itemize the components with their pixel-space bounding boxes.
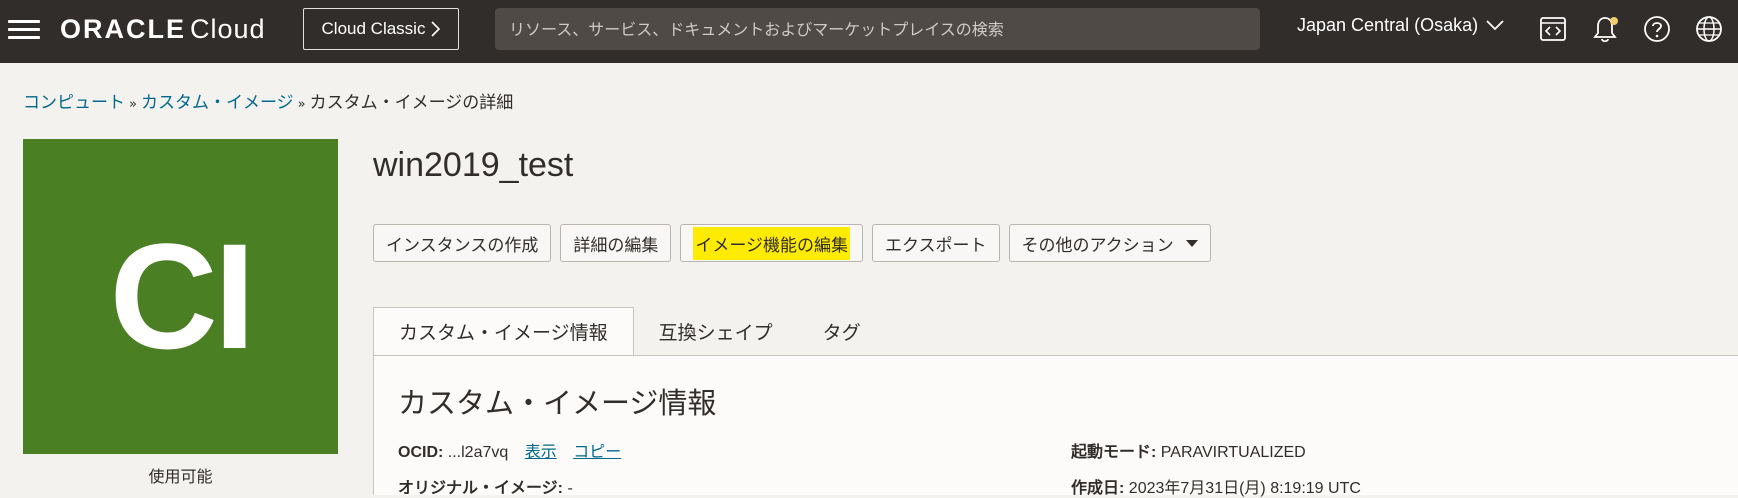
more-actions-button[interactable]: その他のアクション (1008, 224, 1211, 262)
breadcrumb-custom-images[interactable]: カスタム・イメージ (141, 93, 294, 113)
launch-mode-label: 起動モード: (1071, 444, 1157, 461)
action-bar: インスタンスの作成 詳細の編集 イメージ機能の編集 エクスポート その他のアクシ… (373, 224, 1211, 262)
copy-ocid-link[interactable]: コピー (573, 442, 621, 461)
original-image-field: オリジナル・イメージ: - (398, 474, 573, 498)
top-navigation-bar: ORACLECloud Cloud Classic Japan Central … (0, 0, 1738, 63)
edit-image-capabilities-label: イメージ機能の編集 (693, 226, 850, 260)
help-icon[interactable] (1642, 14, 1672, 44)
breadcrumb-compute[interactable]: コンピュート (23, 93, 125, 113)
menu-icon[interactable] (8, 17, 40, 43)
region-selector[interactable]: Japan Central (Osaka) (1297, 15, 1504, 36)
page-title: win2019_test (373, 146, 574, 184)
launch-mode-value: PARAVIRTUALIZED (1160, 444, 1306, 461)
section-heading: カスタム・イメージ情報 (398, 386, 717, 420)
info-panel: カスタム・イメージ情報 OCID: ...l2a7vq 表示 コピー オリジナル… (373, 355, 1738, 498)
cloud-classic-label: Cloud Classic (321, 19, 426, 38)
tab-bar: カスタム・イメージ情報 互換シェイプ タグ (373, 307, 886, 355)
chevron-down-icon (1486, 20, 1504, 31)
breadcrumb-separator: » (129, 97, 137, 112)
brand-sub: Cloud (190, 14, 266, 44)
chevron-right-icon (431, 21, 441, 37)
more-actions-label: その他のアクション (1021, 235, 1174, 256)
oracle-cloud-logo[interactable]: ORACLE Cloud (60, 14, 266, 45)
breadcrumb-current: カスタム・イメージの詳細 (309, 93, 514, 113)
badge-initials: CI (109, 212, 256, 380)
export-button[interactable]: エクスポート (872, 224, 1000, 262)
bell-icon[interactable] (1590, 14, 1620, 44)
status-label: 使用可能 (148, 467, 213, 486)
tab-tags[interactable]: タグ (798, 307, 886, 355)
created-label: 作成日: (1071, 480, 1125, 497)
region-label: Japan Central (Osaka) (1297, 15, 1479, 35)
caret-down-icon (1185, 239, 1198, 247)
breadcrumb: コンピュート» カスタム・イメージ» カスタム・イメージの詳細 (23, 88, 513, 113)
original-image-label: オリジナル・イメージ: (398, 480, 564, 497)
launch-mode-field: 起動モード: PARAVIRTUALIZED (1071, 438, 1306, 462)
show-ocid-link[interactable]: 表示 (525, 442, 557, 461)
original-image-value: - (567, 480, 573, 497)
ocid-value: ...l2a7vq (447, 444, 509, 461)
edit-image-capabilities-button[interactable]: イメージ機能の編集 (680, 224, 863, 262)
created-value: 2023年7月31日(月) 8:19:19 UTC (1128, 480, 1361, 497)
breadcrumb-separator: » (297, 97, 306, 112)
code-editor-icon[interactable] (1538, 14, 1568, 44)
tab-compatible-shapes[interactable]: 互換シェイプ (634, 307, 798, 355)
search-input[interactable] (507, 18, 1248, 40)
brand-name: ORACLE (60, 14, 186, 44)
search-bar[interactable] (495, 8, 1260, 50)
created-date-field: 作成日: 2023年7月31日(月) 8:19:19 UTC (1071, 474, 1361, 498)
globe-icon[interactable] (1694, 14, 1724, 44)
cloud-classic-button[interactable]: Cloud Classic (303, 8, 459, 50)
ocid-label: OCID: (398, 444, 444, 461)
resource-badge: CI (23, 139, 338, 454)
tab-custom-image-info[interactable]: カスタム・イメージ情報 (373, 307, 634, 355)
create-instance-button[interactable]: インスタンスの作成 (373, 224, 552, 262)
edit-details-button[interactable]: 詳細の編集 (560, 224, 672, 262)
ocid-field: OCID: ...l2a7vq 表示 コピー (398, 438, 621, 462)
